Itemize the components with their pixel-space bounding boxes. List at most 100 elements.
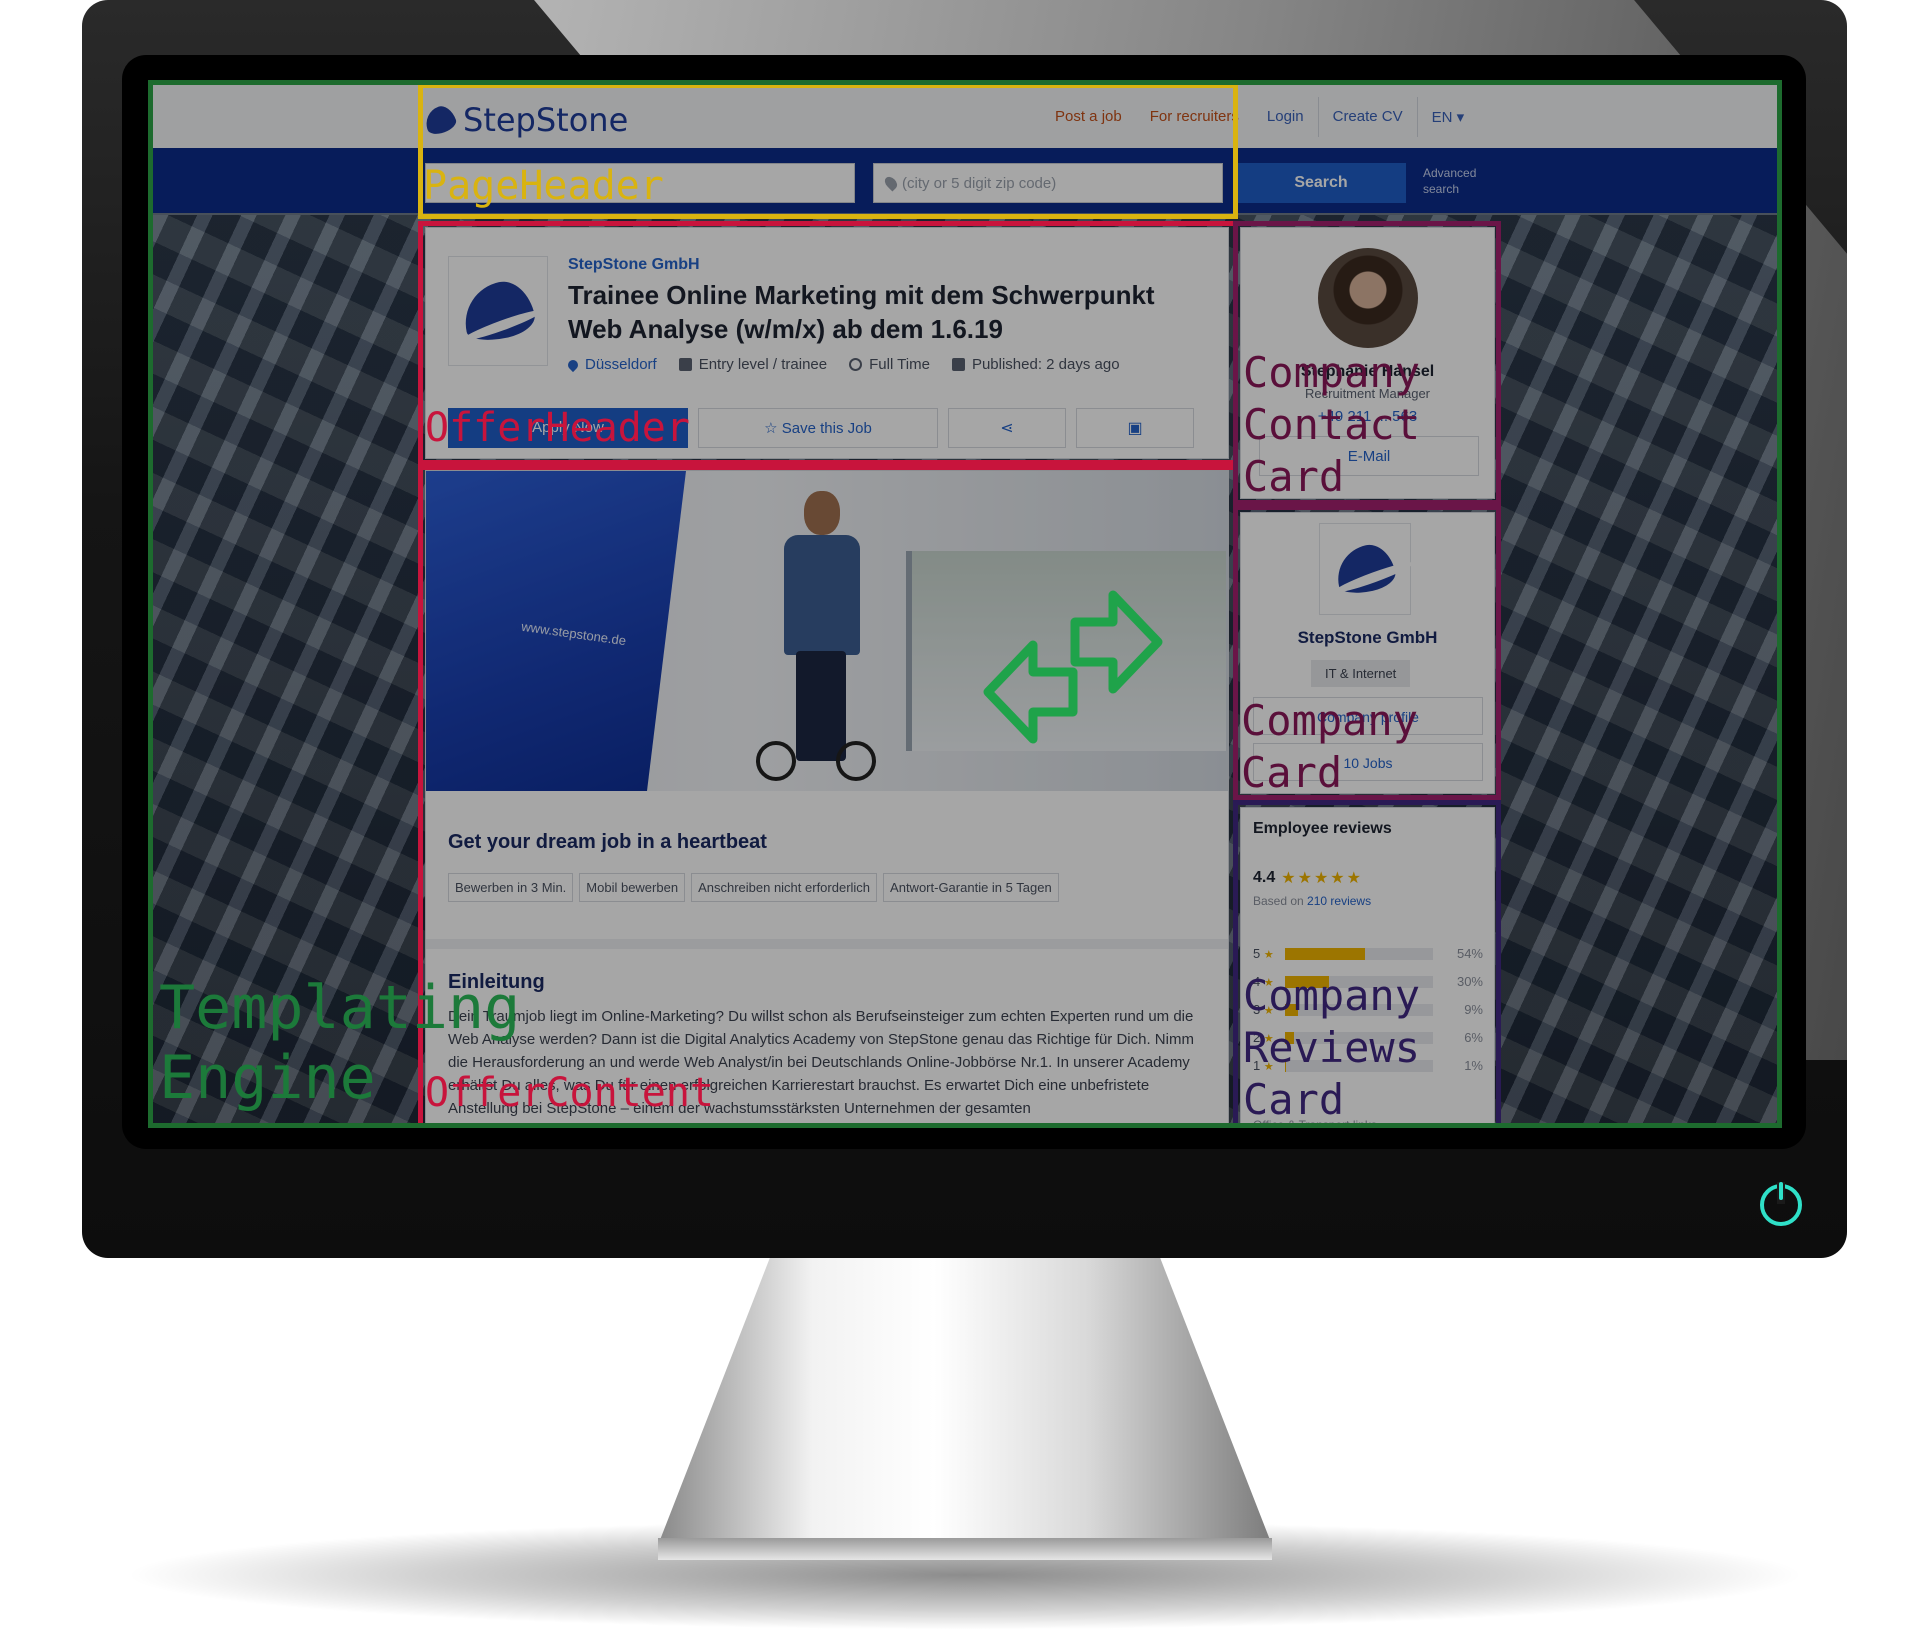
- rating-star-number: 5: [1253, 946, 1261, 961]
- rating-star-label: 1 ★: [1253, 1058, 1285, 1073]
- calendar-icon: [951, 358, 965, 371]
- rating-bar-row: 3 ★ 9%: [1253, 1002, 1483, 1017]
- email-button[interactable]: E-Mail: [1259, 436, 1479, 476]
- rating-percent: 54%: [1456, 946, 1483, 961]
- company-card-logo[interactable]: [1319, 523, 1411, 615]
- company-profile-button[interactable]: Company profile: [1253, 697, 1483, 735]
- rating-bar-row: 5 ★ 54%: [1253, 946, 1483, 961]
- person-head: [804, 491, 840, 535]
- print-icon: ▣: [1127, 420, 1143, 437]
- rating-percent: 9%: [1464, 1002, 1483, 1017]
- nav-post-job[interactable]: Post a job: [1041, 97, 1136, 137]
- contact-card: Stephanie Hansel Recruitment Manager +49…: [1240, 227, 1495, 499]
- rating-fill: [1285, 975, 1330, 988]
- rating-track: [1285, 1059, 1433, 1072]
- reviews-count-link[interactable]: 210 reviews: [1307, 894, 1371, 908]
- top-bar: [153, 85, 1777, 148]
- reviews-based-on: Based on 210 reviews: [1253, 894, 1371, 908]
- scooter-wheel: [756, 741, 796, 781]
- where-placeholder: (city or 5 digit zip code): [902, 174, 1057, 192]
- power-icon[interactable]: [1760, 1182, 1802, 1226]
- star-icon: ★: [1263, 1061, 1274, 1073]
- rating-star-label: 5 ★: [1253, 946, 1285, 961]
- rating-fill: [1285, 1031, 1294, 1044]
- what-input[interactable]: [425, 163, 855, 203]
- rating-percent: 30%: [1456, 974, 1483, 989]
- meta-published: Published: 2 days ago: [951, 356, 1120, 373]
- star-icon: ★: [1263, 977, 1274, 989]
- brand-logo[interactable]: StepStone: [421, 101, 629, 139]
- meta-contract: Full Time: [849, 356, 930, 373]
- apply-now-button[interactable]: Apply Now: [448, 408, 688, 448]
- rating-bar-row: 2 ★ 6%: [1253, 1030, 1483, 1045]
- monitor-stand-base: [658, 1538, 1272, 1560]
- search-button[interactable]: Search: [1236, 163, 1406, 203]
- job-title: Trainee Online Marketing mit dem Schwerp…: [568, 280, 1155, 344]
- share-button[interactable]: ⋖: [948, 408, 1066, 448]
- contact-name: Stephanie Hansel: [1300, 363, 1435, 380]
- person-legs: [796, 651, 846, 761]
- reviews-footer[interactable]: Office & Transport links: [1253, 1118, 1377, 1123]
- reviews-title: Employee reviews: [1253, 820, 1392, 837]
- rating-fill: [1285, 1003, 1299, 1016]
- section-divider: [426, 939, 1228, 949]
- nav-login[interactable]: Login: [1253, 97, 1318, 137]
- company-card: StepStone GmbH IT & Internet Company pro…: [1240, 512, 1495, 794]
- score-value: 4.4: [1253, 869, 1276, 886]
- nav-for-recruiters[interactable]: For recruiters: [1136, 97, 1253, 137]
- reviews-card: Employee reviews 4.4 ★★★★★ Based on 210 …: [1240, 807, 1495, 1123]
- stepstone-logo-icon: [457, 276, 539, 346]
- rating-star-number: 2: [1253, 1030, 1261, 1045]
- section-text: Dein Traumjob liegt im Online-Marketing?…: [448, 1008, 1194, 1117]
- reviews-score: 4.4 ★★★★★: [1253, 868, 1363, 888]
- screen: StepStone Post a job For recruiters Logi…: [148, 80, 1782, 1128]
- offer-headline: Get your dream job in a heartbeat: [448, 831, 767, 853]
- company-logo[interactable]: [448, 256, 548, 366]
- monitor-stand: [660, 1258, 1270, 1540]
- person-body: [784, 535, 860, 655]
- rating-track: [1285, 1031, 1433, 1044]
- hero-image: www.stepstone.de: [426, 471, 1228, 791]
- job-meta: Düsseldorf Entry level / trainee Full Ti…: [565, 356, 1120, 373]
- rating-fill: [1285, 1059, 1287, 1072]
- company-card-name[interactable]: StepStone GmbH: [1241, 628, 1494, 648]
- offer-header: StepStone GmbH Trainee Online Marketing …: [425, 227, 1229, 459]
- rating-star-label: 3 ★: [1253, 1002, 1285, 1017]
- rating-percent: 1%: [1464, 1058, 1483, 1073]
- rating-fill: [1285, 947, 1365, 960]
- avatar: [1318, 248, 1418, 348]
- share-icon: ⋖: [1000, 420, 1014, 437]
- language-selector[interactable]: EN ▾: [1418, 108, 1479, 126]
- rating-star-number: 3: [1253, 1002, 1261, 1017]
- company-name-link[interactable]: StepStone GmbH: [568, 256, 700, 274]
- location-text: Düsseldorf: [585, 356, 657, 373]
- hero-office-window: [906, 551, 1226, 751]
- rating-star-label: 4 ★: [1253, 974, 1285, 989]
- brand-name: StepStone: [463, 101, 629, 139]
- company-jobs-button[interactable]: 10 Jobs: [1253, 743, 1483, 781]
- section-title: Einleitung: [448, 971, 545, 993]
- rating-star-number: 4: [1253, 974, 1261, 989]
- tag-item: Bewerben in 3 Min.: [448, 873, 574, 902]
- briefcase-icon: [678, 358, 692, 371]
- save-job-button[interactable]: ☆ Save this Job: [698, 408, 938, 448]
- rating-percent: 6%: [1464, 1030, 1483, 1045]
- where-input[interactable]: (city or 5 digit zip code): [873, 163, 1223, 203]
- nav-create-cv[interactable]: Create CV: [1317, 97, 1418, 137]
- contact-role: Recruitment Manager: [1305, 386, 1430, 401]
- contact-phone[interactable]: +49 211 ... 563: [1241, 408, 1494, 425]
- rating-bar-row: 4 ★ 30%: [1253, 974, 1483, 989]
- meta-location[interactable]: Düsseldorf: [565, 356, 657, 373]
- advanced-search-link[interactable]: Advanced search: [1423, 165, 1483, 197]
- rating-star-label: 2 ★: [1253, 1030, 1285, 1045]
- published-text: Published: 2 days ago: [971, 356, 1120, 373]
- top-navigation: Post a job For recruiters Login Create C…: [1041, 97, 1478, 137]
- contract-text: Full Time: [869, 356, 930, 373]
- rating-track: [1285, 975, 1433, 988]
- offer-actions: Apply Now ☆ Save this Job ⋖ ▣: [448, 408, 1194, 448]
- star-icon: ★: [1263, 1033, 1274, 1045]
- print-button[interactable]: ▣: [1076, 408, 1194, 448]
- hero-person-on-scooter: [756, 491, 876, 781]
- location-pin-icon: [565, 357, 581, 372]
- offer-content: www.stepstone.de Get your dream job in a…: [425, 470, 1229, 1123]
